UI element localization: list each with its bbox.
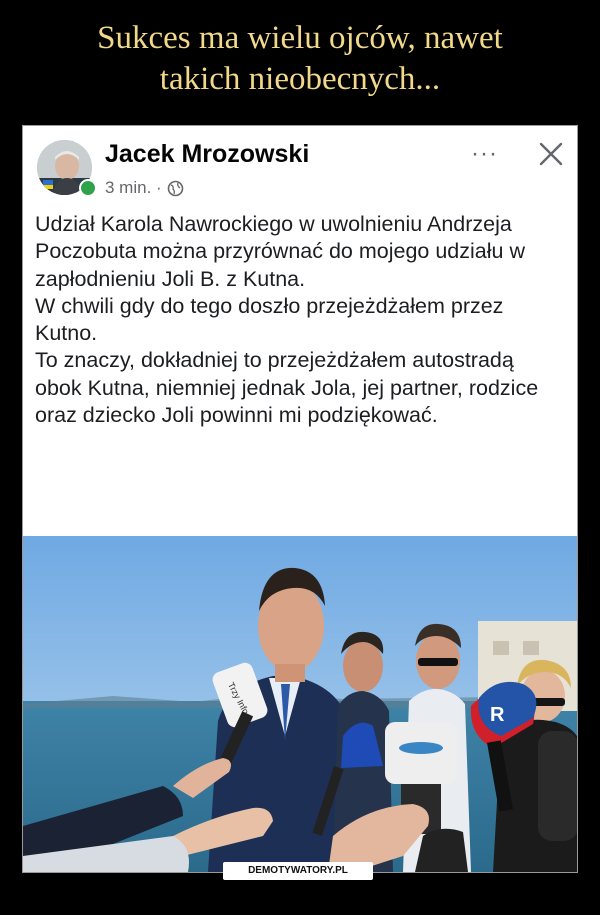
facebook-post: Jacek Mrozowski 3 min. · ··· Udział Karo… <box>23 126 577 534</box>
post-meta: 3 min. · <box>105 178 184 198</box>
online-status-dot <box>79 179 97 197</box>
watermark: DEMOTYWATORY.PL <box>223 862 373 880</box>
post-text: Udział Karola Nawrockiego w uwolnieniu A… <box>35 211 565 429</box>
demotivator-headline: Sukces ma wielu ojców, nawet takich nieo… <box>0 18 600 100</box>
mic-label-right: R <box>490 704 505 726</box>
headline-line-1: Sukces ma wielu ojców, nawet <box>97 20 503 56</box>
globe-icon <box>167 180 184 197</box>
more-options-button[interactable]: ··· <box>471 140 498 168</box>
post-paragraph: W chwili gdy do tego doszło przejeżdżałe… <box>35 293 504 346</box>
post-paragraph: Udział Karola Nawrockiego w uwolnieniu A… <box>35 212 525 291</box>
press-conference-photo[interactable]: Trzy Info R <box>23 536 577 872</box>
post-time[interactable]: 3 min. · <box>105 178 162 198</box>
screenshot-frame: Jacek Mrozowski 3 min. · ··· Udział Karo… <box>22 125 578 873</box>
post-author[interactable]: Jacek Mrozowski <box>105 140 309 169</box>
headline-line-2: takich nieobecnych... <box>159 61 441 97</box>
close-icon[interactable] <box>533 136 569 172</box>
post-paragraph: To znaczy, dokładniej to przejeżdżałem a… <box>35 348 539 428</box>
